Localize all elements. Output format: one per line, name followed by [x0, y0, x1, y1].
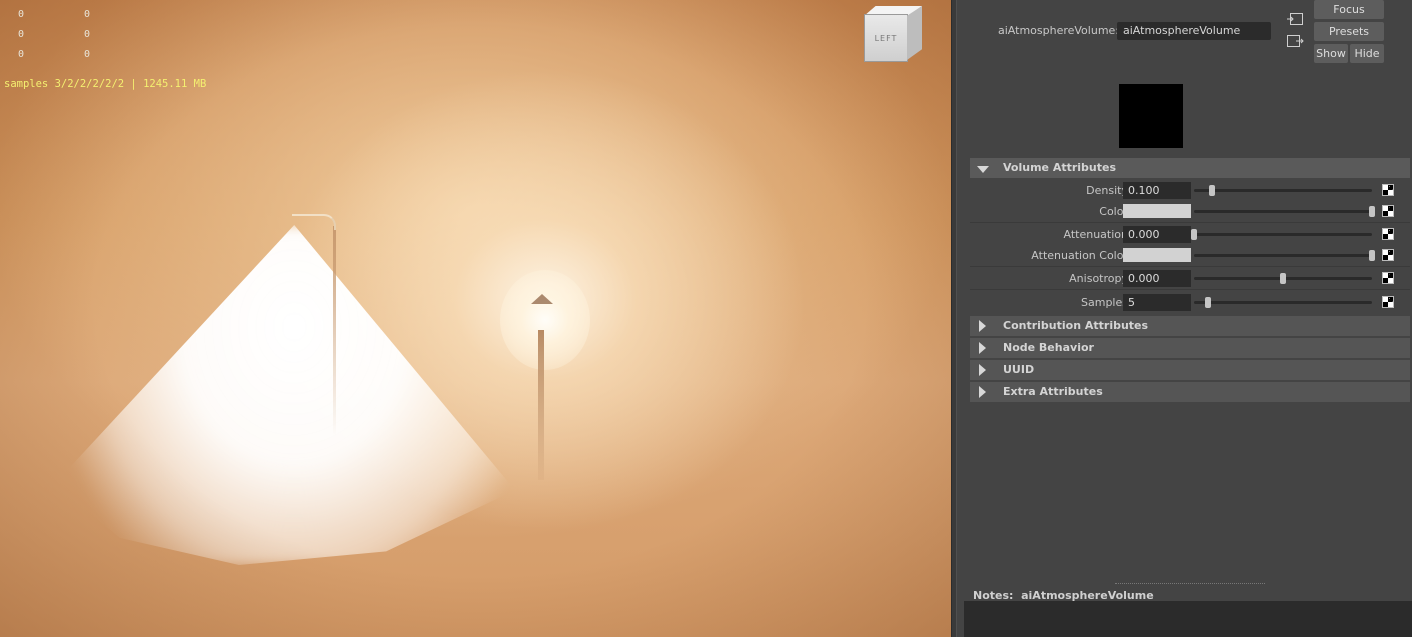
attr-row-attenuation: Attenuation 0.000 [970, 224, 1410, 245]
slider-handle[interactable] [1280, 273, 1286, 284]
volume-swatch [1119, 84, 1183, 148]
attr-row-anisotropy: Anisotropy 0.000 [970, 268, 1410, 289]
slider-track[interactable] [1194, 185, 1372, 196]
color-swatch-field[interactable] [1123, 204, 1191, 218]
notes-resize-handle[interactable] [1115, 583, 1265, 584]
input-connection-icon[interactable] [1286, 12, 1304, 26]
map-checker-icon[interactable] [1382, 249, 1394, 261]
attr-label: Attenuation [1063, 228, 1128, 241]
row-separator [970, 222, 1410, 223]
collapse-arrow-icon [977, 164, 989, 177]
section-node-behavior[interactable]: Node Behavior [970, 338, 1410, 358]
slider-handle[interactable] [1205, 297, 1212, 308]
view-cube[interactable]: LEFT [864, 6, 922, 62]
attr-label: Density [1086, 184, 1128, 197]
section-volume-attributes[interactable]: Volume Attributes [970, 158, 1410, 178]
row-separator [970, 289, 1410, 290]
attr-label: Samples [1081, 296, 1128, 309]
slider-track[interactable] [1194, 250, 1375, 261]
number-field[interactable]: 5 [1123, 294, 1191, 311]
color-swatch-field[interactable] [1123, 248, 1191, 262]
slider-handle[interactable] [1369, 206, 1375, 217]
expand-arrow-icon [979, 320, 987, 335]
notes-textarea[interactable] [964, 601, 1412, 637]
slider-handle[interactable] [1369, 250, 1375, 261]
section-contribution-attributes[interactable]: Contribution Attributes [970, 316, 1410, 336]
section-extra-attributes[interactable]: Extra Attributes [970, 382, 1410, 402]
slider-track[interactable] [1191, 229, 1372, 240]
map-checker-icon[interactable] [1382, 272, 1394, 284]
map-checker-icon[interactable] [1382, 184, 1394, 196]
slider-track[interactable] [1194, 297, 1372, 308]
slider-track[interactable] [1194, 206, 1375, 217]
attr-label: Anisotropy [1069, 272, 1128, 285]
row-separator [970, 266, 1410, 267]
hud-stats: 00 00 00 [18, 9, 91, 60]
slider-handle[interactable] [1208, 185, 1215, 196]
map-checker-icon[interactable] [1382, 296, 1394, 308]
expand-arrow-icon [979, 364, 987, 379]
attr-row-density: Density 0.100 [970, 180, 1410, 201]
output-connection-icon[interactable] [1286, 34, 1304, 48]
focus-button[interactable]: Focus [1314, 0, 1384, 19]
presets-button[interactable]: Presets [1314, 22, 1384, 41]
hide-button[interactable]: Hide [1350, 44, 1384, 63]
view-cube-face[interactable]: LEFT [864, 14, 908, 62]
expand-arrow-icon [979, 342, 987, 357]
slider-handle[interactable] [1191, 229, 1197, 240]
map-checker-icon[interactable] [1382, 205, 1394, 217]
render-viewport[interactable]: 00 00 00 samples 3/2/2/2/2/2 | 1245.11 M… [0, 0, 951, 637]
map-checker-icon[interactable] [1382, 228, 1394, 240]
attr-label: Attenuation Color [1031, 249, 1128, 262]
node-name-field[interactable]: aiAtmosphereVolume [1117, 22, 1271, 40]
show-button[interactable]: Show [1314, 44, 1348, 63]
attr-row-attenuation-color: Attenuation Color [970, 245, 1410, 266]
number-field[interactable]: 0.100 [1123, 182, 1191, 199]
node-name-label: aiAtmosphereVolume: [998, 24, 1120, 37]
attribute-editor: aiAtmosphereVolume: aiAtmosphereVolume F… [957, 0, 1412, 637]
expand-arrow-icon [979, 386, 987, 401]
section-uuid[interactable]: UUID [970, 360, 1410, 380]
number-field[interactable]: 0.000 [1123, 226, 1191, 243]
samples-readout: samples 3/2/2/2/2/2 | 1245.11 MB [4, 78, 207, 90]
number-field[interactable]: 0.000 [1123, 270, 1191, 287]
attr-row-samples: Samples 5 [970, 292, 1410, 313]
attr-row-color: Color [970, 201, 1410, 222]
slider-track[interactable] [1194, 273, 1372, 284]
